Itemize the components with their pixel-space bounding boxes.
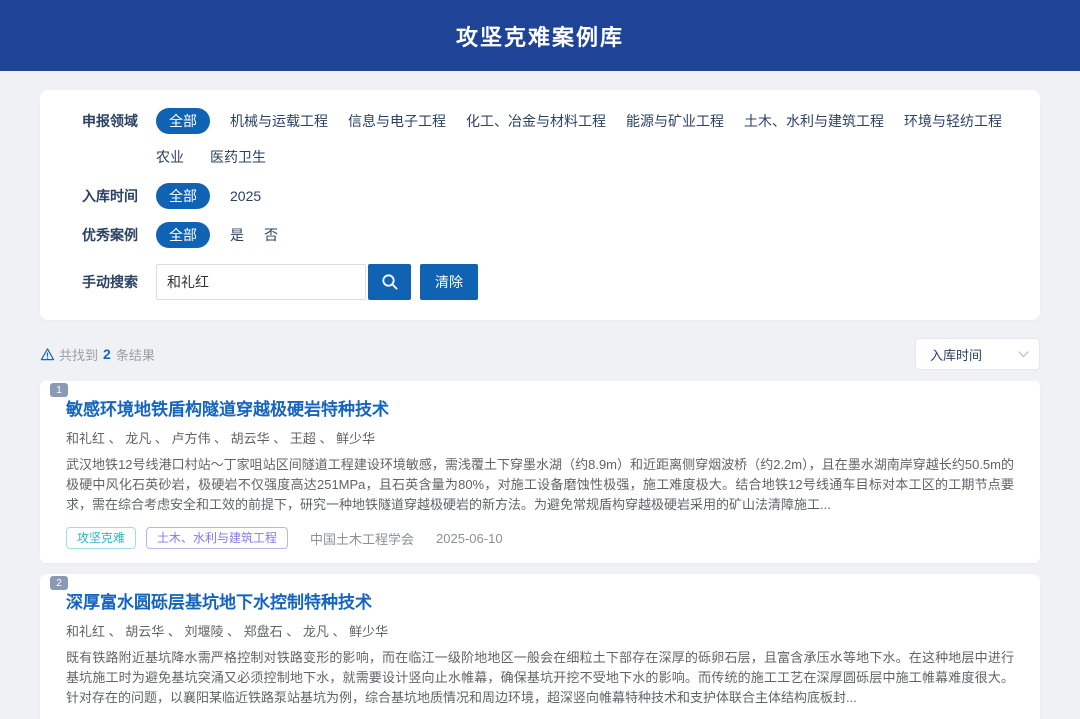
domain-option-mechanical[interactable]: 机械与运载工程 [230,108,328,134]
result-title-link[interactable]: 深厚富水圆砾层基坑地下水控制特种技术 [66,592,1014,614]
result-authors: 和礼红 、 龙凡 、 卢方伟 、 胡云华 、 王超 、 鲜少华 [66,428,1014,447]
warning-icon [40,347,55,362]
domain-option-electronics[interactable]: 信息与电子工程 [348,108,446,134]
results-info: 共找到 2 条结果 [40,345,155,364]
time-filter-label: 入库时间 [82,186,147,206]
sort-dropdown-value: 入库时间 [930,345,982,364]
sort-dropdown[interactable]: 入库时间 [915,338,1040,370]
filter-row-domain: 申报领域 全部 机械与运载工程 信息与电子工程 化工、冶金与材料工程 能源与矿业… [82,108,1010,134]
filter-row-time: 入库时间 全部 2025 [82,183,1010,209]
search-button[interactable] [368,264,411,300]
result-authors: 和礼红 、 胡云华 、 刘堰陵 、 郑盘石 、 龙凡 、 鲜少华 [66,621,1014,640]
result-footer: 攻坚克难 土木、水利与建筑工程 中国土木工程学会 2025-06-10 [66,527,1014,549]
chevron-down-icon [1018,351,1029,358]
search-input[interactable] [156,264,366,300]
filter-row-excellent: 优秀案例 全部 是 否 [82,222,1010,248]
result-index-badge: 2 [50,576,68,590]
domain-option-energy[interactable]: 能源与矿业工程 [626,108,724,134]
filter-row-search: 手动搜索 清除 [82,264,1010,300]
time-option-2025[interactable]: 2025 [230,183,261,209]
domain-options-row2: 农业 医药卫生 [156,144,1010,170]
domain-option-environment[interactable]: 环境与轻纺工程 [904,108,1002,134]
app-header: 攻坚克难案例库 [0,0,1080,71]
results-bar: 共找到 2 条结果 入库时间 [40,338,1040,370]
excellent-option-no[interactable]: 否 [264,222,278,248]
results-count: 2 [103,346,111,362]
excellent-filter-label: 优秀案例 [82,225,147,245]
main-content: 申报领域 全部 机械与运载工程 信息与电子工程 化工、冶金与材料工程 能源与矿业… [40,90,1040,719]
result-description: 既有铁路附近基坑降水需严格控制对铁路变形的影响，而在临江一级阶地地区一般会在细粒… [66,648,1014,708]
domain-option-chemical[interactable]: 化工、冶金与材料工程 [466,108,606,134]
search-filter-label: 手动搜索 [82,272,147,292]
result-card[interactable]: 1 敏感环境地铁盾构隧道穿越极硬岩特种技术 和礼红 、 龙凡 、 卢方伟 、 胡… [40,381,1040,563]
excellent-option-all[interactable]: 全部 [156,222,210,248]
excellent-option-yes[interactable]: 是 [230,222,244,248]
results-prefix: 共找到 [59,345,98,364]
result-description: 武汉地铁12号线港口村站～丁家咀站区间隧道工程建设环境敏感，需浅覆土下穿墨水湖（… [66,455,1014,515]
result-title-link[interactable]: 敏感环境地铁盾构隧道穿越极硬岩特种技术 [66,399,1014,421]
result-card[interactable]: 2 深厚富水圆砾层基坑地下水控制特种技术 和礼红 、 胡云华 、 刘堰陵 、 郑… [40,574,1040,719]
domain-option-all[interactable]: 全部 [156,108,210,134]
result-index-badge: 1 [50,383,68,397]
time-options: 全部 2025 [156,183,261,209]
domain-options: 全部 机械与运载工程 信息与电子工程 化工、冶金与材料工程 能源与矿业工程 土木… [156,108,1002,134]
page-title: 攻坚克难案例库 [456,20,624,52]
tag-category: 攻坚克难 [66,527,136,549]
clear-button[interactable]: 清除 [420,264,478,300]
results-suffix: 条结果 [116,345,155,364]
time-option-all[interactable]: 全部 [156,183,210,209]
domain-option-medicine[interactable]: 医药卫生 [210,144,266,170]
search-icon [380,272,400,292]
domain-filter-label: 申报领域 [82,111,147,131]
result-organization: 中国土木工程学会 [310,529,414,548]
filter-panel: 申报领域 全部 机械与运载工程 信息与电子工程 化工、冶金与材料工程 能源与矿业… [40,90,1040,320]
domain-option-civil[interactable]: 土木、水利与建筑工程 [744,108,884,134]
result-date: 2025-06-10 [436,531,503,546]
excellent-options: 全部 是 否 [156,222,278,248]
tag-domain: 土木、水利与建筑工程 [146,527,288,549]
domain-option-agriculture[interactable]: 农业 [156,144,184,170]
